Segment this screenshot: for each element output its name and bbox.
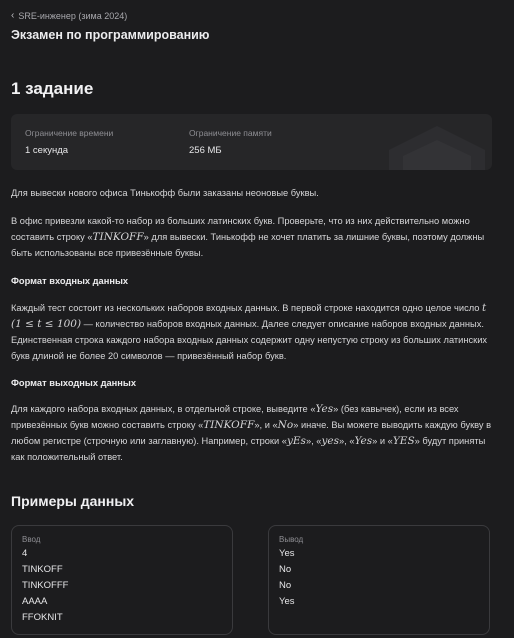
text-span: », и «	[254, 420, 278, 430]
text-span: », «	[305, 436, 322, 446]
statement: Для вывески нового офиса Тинькофф были з…	[11, 185, 495, 201]
math-tinkoff: TINKOFF	[203, 419, 255, 431]
output-format-text: Для каждого набора входных данных, в отд…	[11, 401, 495, 465]
text-span: Для каждого набора входных данных, в отд…	[11, 404, 316, 414]
example-input-label: Ввод	[22, 535, 41, 544]
exam-title: Экзамен по программированию	[11, 28, 210, 42]
input-format-heading: Формат входных данных	[11, 276, 129, 286]
example-output-line: No	[279, 580, 292, 591]
memory-limit-value: 256 МБ	[189, 145, 222, 156]
text-span: », «	[339, 436, 355, 446]
statement-paragraph-2: В офис привезли какой-то набор из больши…	[11, 213, 495, 261]
output-format-heading: Формат выходных данных	[11, 378, 137, 388]
text-span: — количество наборов входных данных. Дал…	[11, 319, 488, 361]
task-title: 1 задание	[11, 79, 94, 98]
time-limit: Ограничение времени 1 секунда	[25, 128, 113, 156]
math-yes-variant: yes	[321, 435, 340, 447]
chevron-left-icon[interactable]: ‹	[11, 10, 14, 21]
math-yes-variant: YES	[392, 435, 415, 447]
time-limit-label: Ограничение времени	[25, 128, 114, 138]
math-yes-variant: Yes	[354, 435, 373, 447]
examples-title: Примеры данных	[11, 493, 135, 509]
time-limit-value: 1 секунда	[25, 145, 69, 156]
breadcrumb-label[interactable]: SRE-инженер (зима 2024)	[18, 11, 127, 21]
example-output-label: Вывод	[279, 535, 304, 544]
example-output-box[interactable]: Вывод Yes No No Yes	[268, 525, 490, 635]
text-span: » и «	[372, 436, 393, 446]
math-yes-variant: yEs	[286, 435, 306, 447]
example-input-line: FFOKNIT	[22, 612, 63, 623]
limits-panel: Ограничение времени 1 секунда Ограничени…	[11, 114, 492, 170]
memory-limit: Ограничение памяти 256 МБ	[189, 128, 272, 156]
example-output-line: No	[279, 564, 292, 575]
example-input-line: TINKOFF	[22, 564, 63, 575]
breadcrumb[interactable]: ‹ SRE-инженер (зима 2024)	[11, 10, 127, 21]
math-no: No	[277, 419, 294, 431]
example-output-line: Yes	[279, 596, 295, 607]
example-output-line: Yes	[279, 548, 295, 559]
decorative-emblem-icon	[389, 126, 485, 170]
example-input-line: 4	[22, 548, 28, 559]
example-input-line: TINKOFFF	[22, 580, 69, 591]
memory-limit-label: Ограничение памяти	[189, 128, 272, 138]
example-input-box[interactable]: Ввод 4 TINKOFF TINKOFFF AAAA FFOKNIT	[11, 525, 233, 635]
text-span: Каждый тест состоит из нескольких наборо…	[11, 303, 483, 313]
input-format-text: Каждый тест состоит из нескольких наборо…	[11, 300, 495, 364]
statement-paragraph: Для вывески нового офиса Тинькофф были з…	[11, 188, 319, 198]
math-tinkoff: TINKOFF	[92, 231, 144, 243]
example-input-line: AAAA	[22, 596, 48, 607]
math-yes: Yes	[315, 403, 334, 415]
